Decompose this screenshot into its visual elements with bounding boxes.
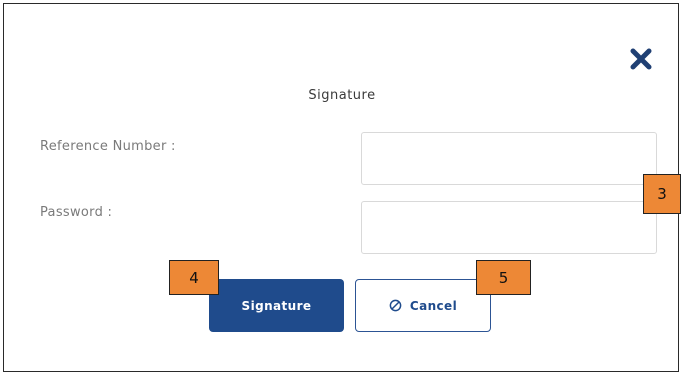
close-icon[interactable] [628,46,654,72]
annotation-badge-3: 3 [643,174,681,214]
reference-number-label: Reference Number : [40,139,176,154]
cancel-button-label: Cancel [409,298,458,313]
signature-button-label: Signature [241,298,312,313]
reference-number-input[interactable] [361,132,657,185]
password-input[interactable] [361,201,657,254]
signature-button[interactable]: Signature [209,279,344,332]
cancel-icon [389,299,402,312]
cancel-button[interactable]: Cancel [355,279,491,332]
password-label: Password : [40,205,113,220]
annotation-badge-4: 4 [169,260,219,295]
annotation-badge-5: 5 [476,260,531,295]
dialog-title: Signature [308,88,376,103]
